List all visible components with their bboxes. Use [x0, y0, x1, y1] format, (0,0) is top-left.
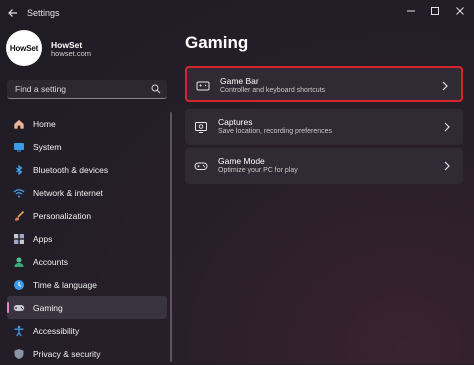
apps-icon	[13, 233, 25, 245]
minimize-button[interactable]	[402, 4, 420, 18]
game-mode-card[interactable]: Game Mode Optimize your PC for play	[185, 148, 463, 184]
sidebar-item-network[interactable]: Network & internet	[7, 181, 167, 204]
card-title: Captures	[218, 117, 253, 127]
gaming-icon	[13, 302, 25, 314]
sidebar-item-home[interactable]: Home	[7, 112, 167, 135]
profile-email: howset.com	[51, 49, 92, 58]
maximize-button[interactable]	[426, 4, 444, 18]
sidebar-item-label: Gaming	[33, 302, 63, 313]
search-input[interactable]: Find a setting	[7, 80, 167, 99]
sidebar-item-label: Bluetooth & devices	[33, 164, 109, 175]
sidebar-item-personalization[interactable]: Personalization	[7, 204, 167, 227]
chevron-right-icon	[444, 122, 450, 132]
accounts-icon	[13, 256, 25, 268]
back-arrow-icon[interactable]	[6, 6, 20, 20]
sidebar-item-label: Accounts	[33, 256, 68, 267]
network-icon	[13, 187, 25, 199]
page-title: Gaming	[185, 33, 249, 52]
game-mode-icon	[194, 159, 208, 173]
card-description: Optimize your PC for play	[218, 167, 298, 174]
active-indicator	[7, 302, 9, 313]
minimize-icon	[407, 10, 415, 12]
close-button[interactable]	[451, 4, 469, 18]
avatar: HowSet	[6, 30, 42, 66]
captures-card[interactable]: Captures Save location, recording prefer…	[185, 109, 463, 145]
chevron-right-icon	[444, 161, 450, 171]
title-bar: Settings	[0, 0, 474, 26]
app-title: Settings	[27, 8, 60, 18]
sidebar-item-label: Apps	[33, 233, 53, 244]
close-icon	[456, 7, 464, 15]
sidebar-item-system[interactable]: System	[7, 135, 167, 158]
card-title: Game Bar	[220, 76, 259, 86]
card-title: Game Mode	[218, 156, 265, 166]
sidebar-item-accounts[interactable]: Accounts	[7, 250, 167, 273]
sidebar-item-label: System	[33, 141, 62, 152]
sidebar-item-label: Home	[33, 118, 56, 129]
search-icon[interactable]	[151, 84, 161, 94]
sidebar-item-label: Personalization	[33, 210, 92, 221]
sidebar-nav: Home System Bluetooth & devices Network …	[7, 112, 167, 365]
personalization-icon	[13, 210, 25, 222]
game-bar-icon	[196, 79, 210, 93]
bluetooth-icon	[13, 164, 25, 176]
chevron-right-icon	[442, 81, 448, 91]
sidebar-item-label: Accessibility	[33, 325, 80, 336]
sidebar-item-label: Time & language	[33, 279, 97, 290]
system-icon	[13, 141, 25, 153]
captures-icon	[194, 120, 208, 134]
sidebar-item-bluetooth[interactable]: Bluetooth & devices	[7, 158, 167, 181]
game-bar-card[interactable]: Game Bar Controller and keyboard shortcu…	[185, 66, 463, 102]
home-icon	[13, 118, 25, 130]
search-placeholder: Find a setting	[15, 84, 67, 94]
sidebar-scrollbar[interactable]	[170, 112, 172, 362]
card-description: Save location, recording preferences	[218, 128, 333, 135]
sidebar-item-accessibility[interactable]: Accessibility	[7, 319, 167, 342]
maximize-icon	[431, 7, 439, 15]
sidebar-item-time-language[interactable]: Time & language	[7, 273, 167, 296]
sidebar-item-gaming[interactable]: Gaming	[7, 296, 167, 319]
sidebar-item-apps[interactable]: Apps	[7, 227, 167, 250]
time-language-icon	[13, 279, 25, 291]
accessibility-icon	[13, 325, 25, 337]
card-description: Controller and keyboard shortcuts	[220, 87, 326, 94]
sidebar-item-label: Privacy & security	[33, 348, 101, 359]
privacy-icon	[13, 348, 25, 360]
sidebar-item-label: Network & internet	[33, 187, 103, 198]
sidebar-item-privacy[interactable]: Privacy & security	[7, 342, 167, 365]
